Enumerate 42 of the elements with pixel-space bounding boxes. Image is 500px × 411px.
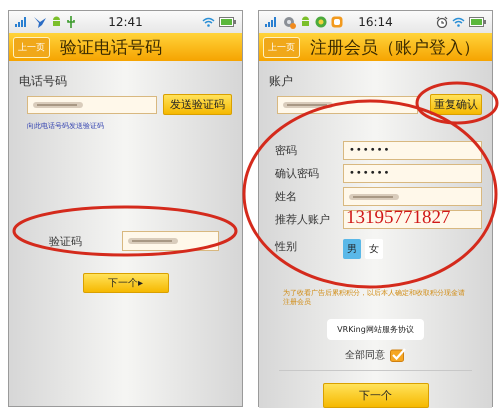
input-field[interactable]: •••••• — [343, 164, 482, 183]
usb-icon — [66, 16, 76, 28]
handwritten-number: 13195771827 — [346, 207, 450, 229]
gear-icon — [283, 16, 296, 28]
android-icon — [51, 16, 62, 28]
input-field[interactable]: •••••• — [343, 141, 482, 160]
bird-icon — [33, 16, 47, 28]
input-field[interactable] — [343, 187, 482, 206]
battery-icon — [219, 17, 236, 27]
wifi-icon — [452, 17, 465, 27]
screen-title: 注册会员（账户登入） — [310, 36, 480, 58]
battery-icon — [469, 17, 486, 27]
agreement-button[interactable]: VRKing网站服务协议 — [327, 319, 424, 340]
input-field[interactable] — [122, 231, 219, 251]
input-field[interactable]: 13195771827 — [343, 210, 482, 229]
disc-icon — [315, 16, 327, 28]
send-code-button[interactable]: 发送验证码 — [163, 94, 232, 115]
input-field[interactable] — [27, 96, 157, 114]
next-button[interactable]: 下一个 — [322, 383, 428, 408]
signal-icon — [15, 17, 29, 27]
field-label: 电话号码 — [19, 73, 68, 90]
field-label: 验证码 — [49, 234, 83, 248]
screen-title: 验证电话号码 — [60, 36, 162, 58]
field-label: 账户 — [269, 73, 294, 90]
field-label: 确认密码 — [275, 166, 320, 181]
gender-option[interactable]: 男 — [343, 239, 361, 259]
android-icon — [300, 16, 311, 28]
gender-option[interactable]: 女 — [365, 239, 383, 259]
signal-icon — [265, 17, 279, 27]
checkbox-label: 全部同意 — [345, 348, 385, 362]
confirm-button[interactable]: 重复确认 — [430, 94, 482, 115]
field-label: 密码 — [275, 143, 298, 158]
wifi-icon — [202, 17, 215, 27]
field-label: 推荐人账户 — [275, 212, 331, 227]
status-time: 16:14 — [358, 15, 393, 29]
status-time: 12:41 — [108, 15, 143, 29]
field-label: 性别 — [275, 238, 298, 254]
next-button[interactable]: 下一个▸ — [82, 273, 168, 293]
square-icon — [331, 16, 343, 28]
checkbox[interactable] — [390, 348, 406, 362]
alarm-clock-icon — [436, 16, 448, 28]
field-label: 姓名 — [275, 189, 298, 204]
